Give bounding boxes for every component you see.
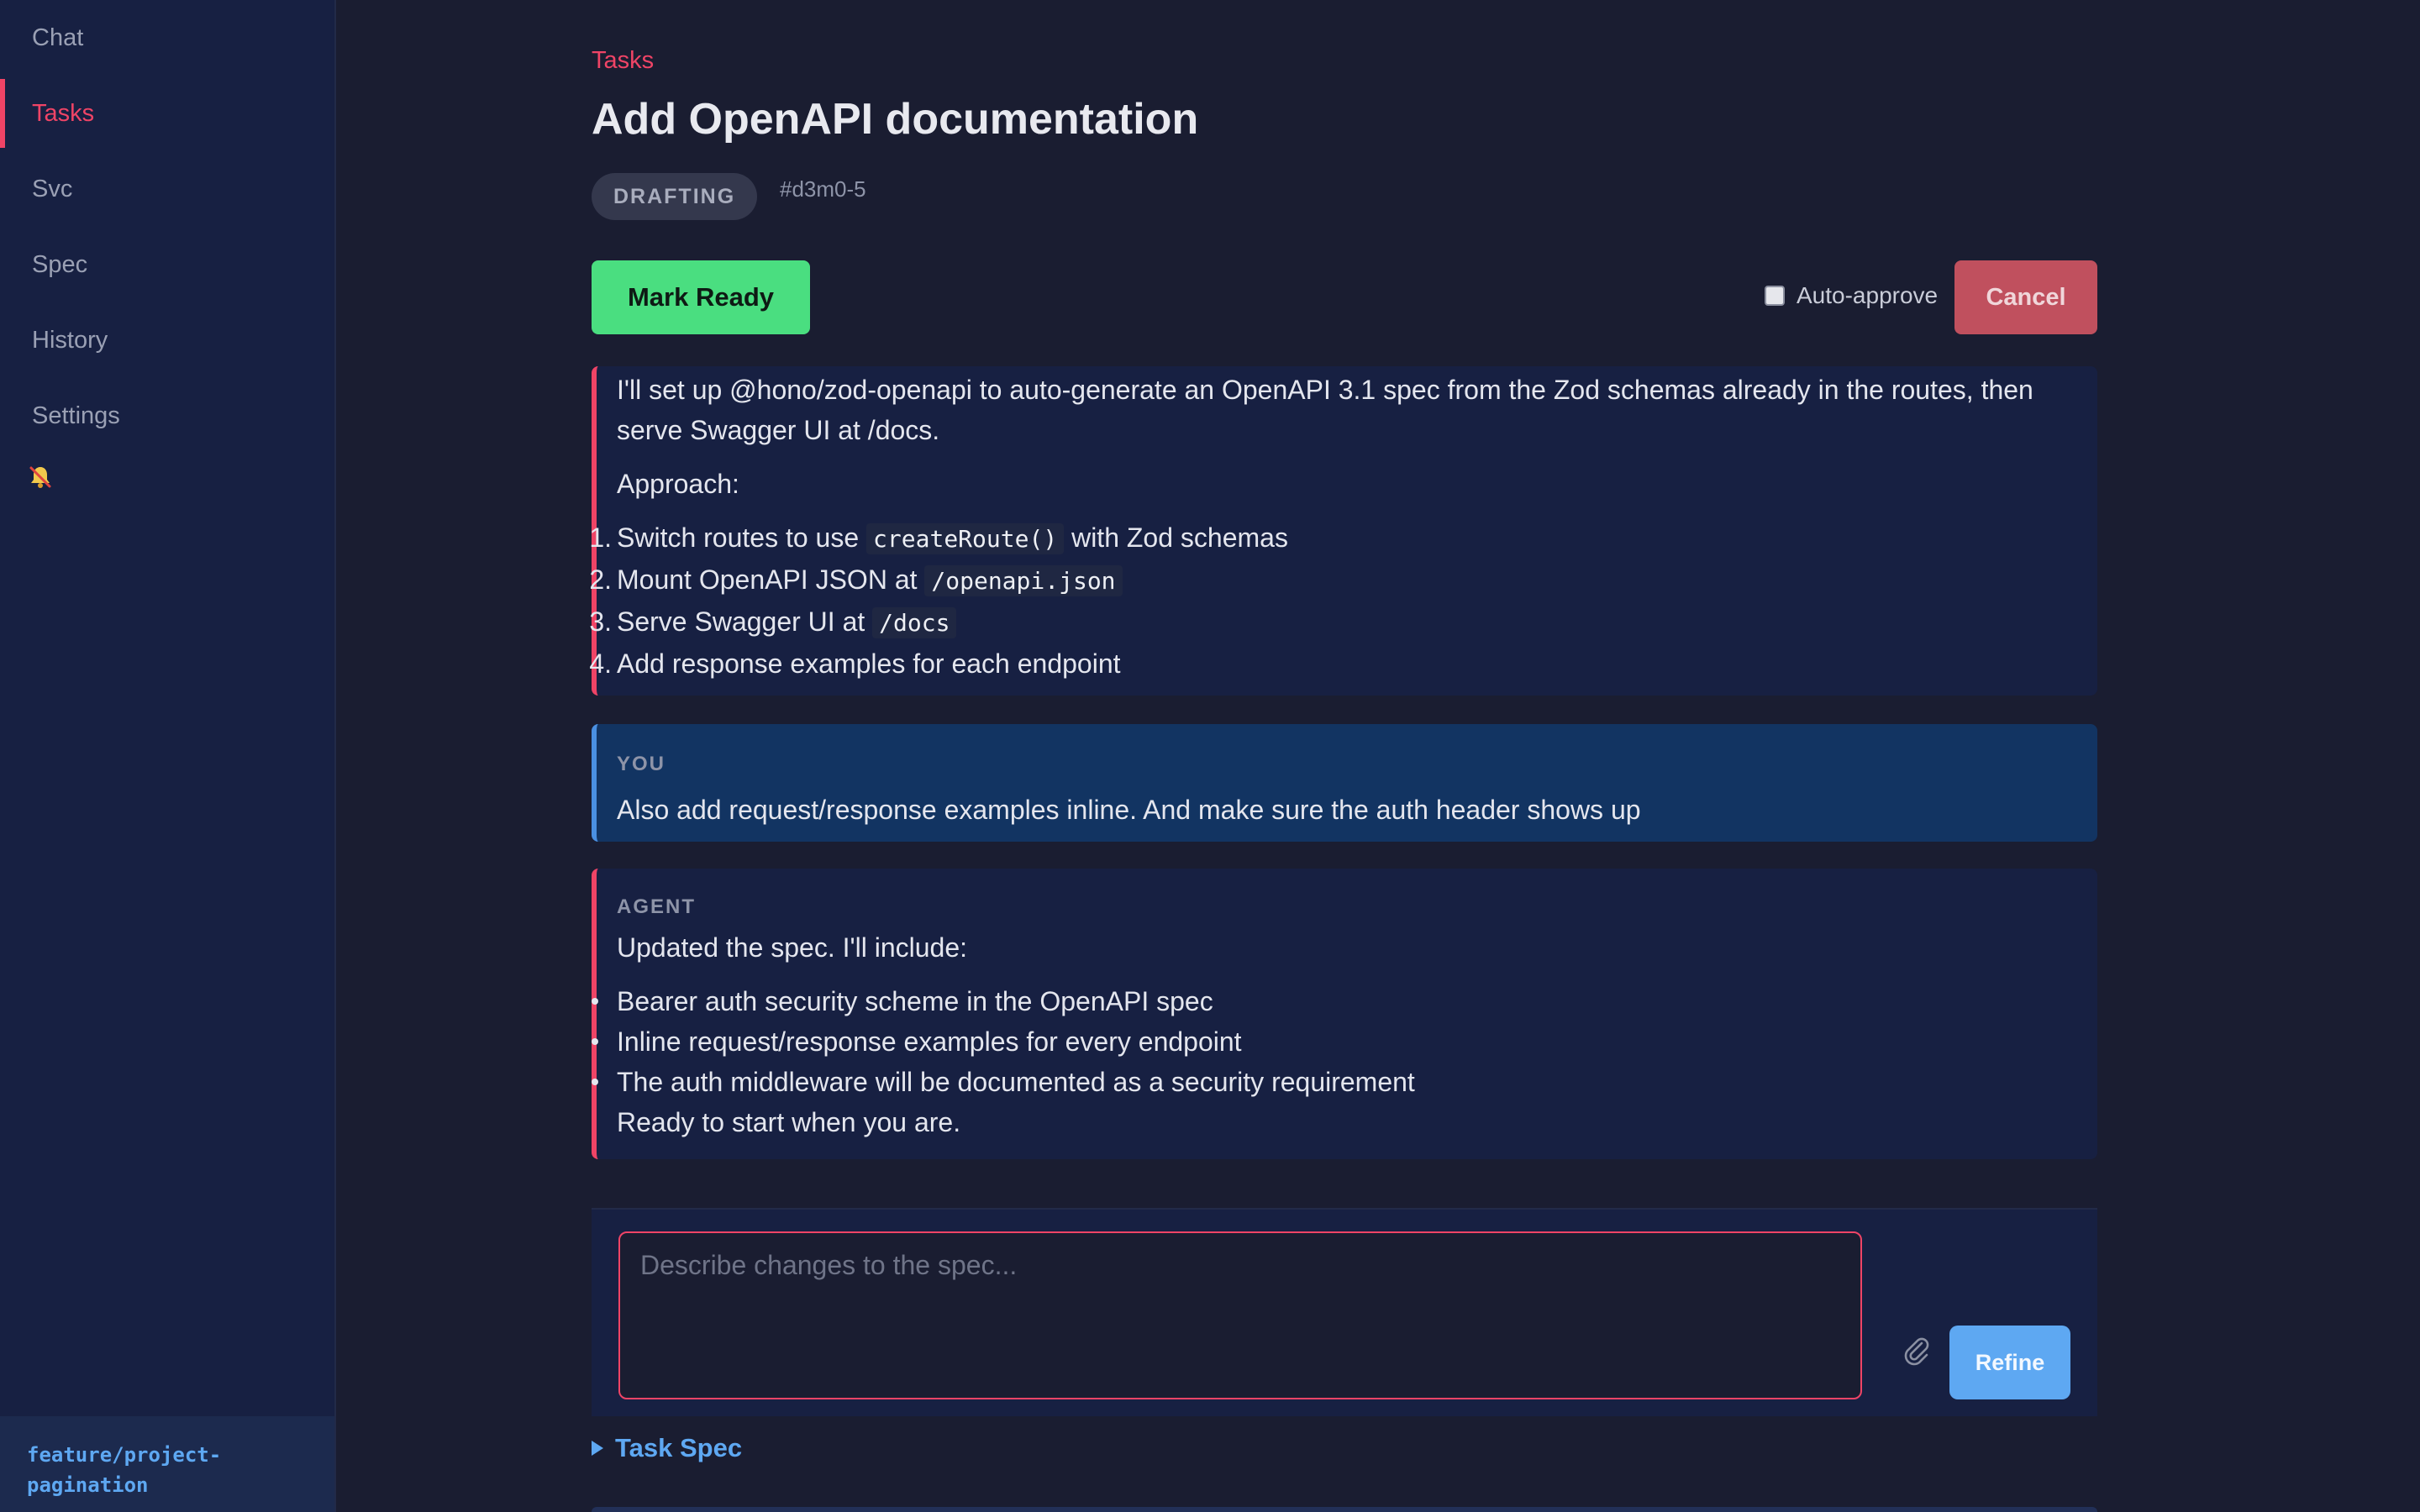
cancel-button[interactable]: Cancel: [1954, 260, 2097, 334]
update-bullets: Bearer auth security scheme in the OpenA…: [592, 981, 2097, 1102]
disclosure-triangle-icon: [592, 1441, 603, 1456]
step-text: Serve Swagger UI at: [617, 606, 873, 637]
breadcrumb[interactable]: Tasks: [592, 47, 654, 75]
list-item: Bearer auth security scheme in the OpenA…: [592, 981, 2097, 1021]
app-window: Chat Tasks Svc Spec History Settings fea…: [0, 0, 2420, 1512]
task-id: #d3m0-5: [780, 176, 866, 202]
step-number: 1.: [589, 522, 612, 553]
spec-change-input[interactable]: [618, 1231, 1862, 1399]
step-number: 4.: [589, 648, 612, 679]
plan-intro: I'll set up @hono/zod-openapi to auto-ge…: [617, 375, 2033, 445]
bullet-dot: [592, 1079, 598, 1085]
approach-steps: 1. Switch routes to use createRoute() wi…: [589, 517, 2097, 684]
list-item: 4. Add response examples for each endpoi…: [589, 643, 2097, 684]
next-section-edge: [592, 1507, 2097, 1512]
message-author-label: YOU: [617, 753, 666, 775]
bell-muted-icon[interactable]: [27, 464, 54, 491]
agent-message-update: AGENT Updated the spec. I'll include: Be…: [592, 869, 2097, 1159]
step-text: Add response examples for each endpoint: [617, 648, 1121, 679]
sidebar-item-settings[interactable]: Settings: [0, 381, 334, 450]
list-item: The auth middleware will be documented a…: [592, 1062, 2097, 1102]
task-spec-toggle[interactable]: Task Spec: [592, 1433, 742, 1463]
sidebar-item-spec[interactable]: Spec: [0, 230, 334, 299]
auto-approve-label: Auto-approve: [1797, 282, 1939, 308]
sidebar-item-svc[interactable]: Svc: [0, 155, 334, 223]
refine-button[interactable]: Refine: [1949, 1326, 2070, 1399]
auto-approve-checkbox[interactable]: [1765, 286, 1785, 306]
auto-approve-toggle[interactable]: Auto-approve: [1765, 277, 1938, 314]
refine-composer: Refine: [592, 1208, 2097, 1416]
mark-ready-button[interactable]: Mark Ready: [592, 260, 810, 334]
bullet-text: Bearer auth security scheme in the OpenA…: [617, 986, 1213, 1016]
list-item: 2. Mount OpenAPI JSON at /openapi.json: [589, 559, 2097, 601]
agent-message-plan: I'll set up @hono/zod-openapi to auto-ge…: [589, 366, 2097, 696]
task-spec-label: Task Spec: [615, 1433, 743, 1462]
inline-code: createRoute(): [866, 523, 1065, 554]
page-title: Add OpenAPI documentation: [592, 95, 1199, 144]
message-author-label: AGENT: [617, 895, 696, 918]
update-intro: Updated the spec. I'll include:: [617, 932, 968, 963]
bullet-dot: [592, 998, 598, 1005]
sidebar-item-history[interactable]: History: [0, 306, 334, 375]
user-message: YOU Also add request/response examples i…: [592, 724, 2097, 842]
status-badge: DRAFTING: [592, 173, 758, 220]
list-item: 3. Serve Swagger UI at /docs: [589, 601, 2097, 643]
sidebar-item-chat[interactable]: Chat: [0, 3, 334, 72]
inline-code: /docs: [872, 607, 957, 638]
step-text: Mount OpenAPI JSON at: [617, 564, 925, 595]
update-outro: Ready to start when you are.: [617, 1107, 961, 1137]
sidebar: Chat Tasks Svc Spec History Settings fea…: [0, 0, 336, 1512]
step-text: Switch routes to use: [617, 522, 867, 553]
branch-name: feature/project- pagination: [0, 1416, 334, 1512]
sidebar-item-tasks[interactable]: Tasks: [0, 79, 334, 148]
paperclip-icon[interactable]: [1899, 1332, 1933, 1366]
bullet-text: The auth middleware will be documented a…: [617, 1067, 1415, 1097]
inline-code: /openapi.json: [924, 565, 1123, 596]
bullet-dot: [592, 1038, 598, 1045]
step-number: 3.: [589, 606, 612, 637]
list-item: 1. Switch routes to use createRoute() wi…: [589, 517, 2097, 559]
step-number: 2.: [589, 564, 612, 595]
step-text: with Zod schemas: [1064, 522, 1288, 553]
list-item: Inline request/response examples for eve…: [592, 1021, 2097, 1062]
bullet-text: Inline request/response examples for eve…: [617, 1026, 1242, 1057]
user-message-text: Also add request/response examples inlin…: [617, 795, 1641, 825]
approach-label: Approach:: [617, 469, 739, 499]
